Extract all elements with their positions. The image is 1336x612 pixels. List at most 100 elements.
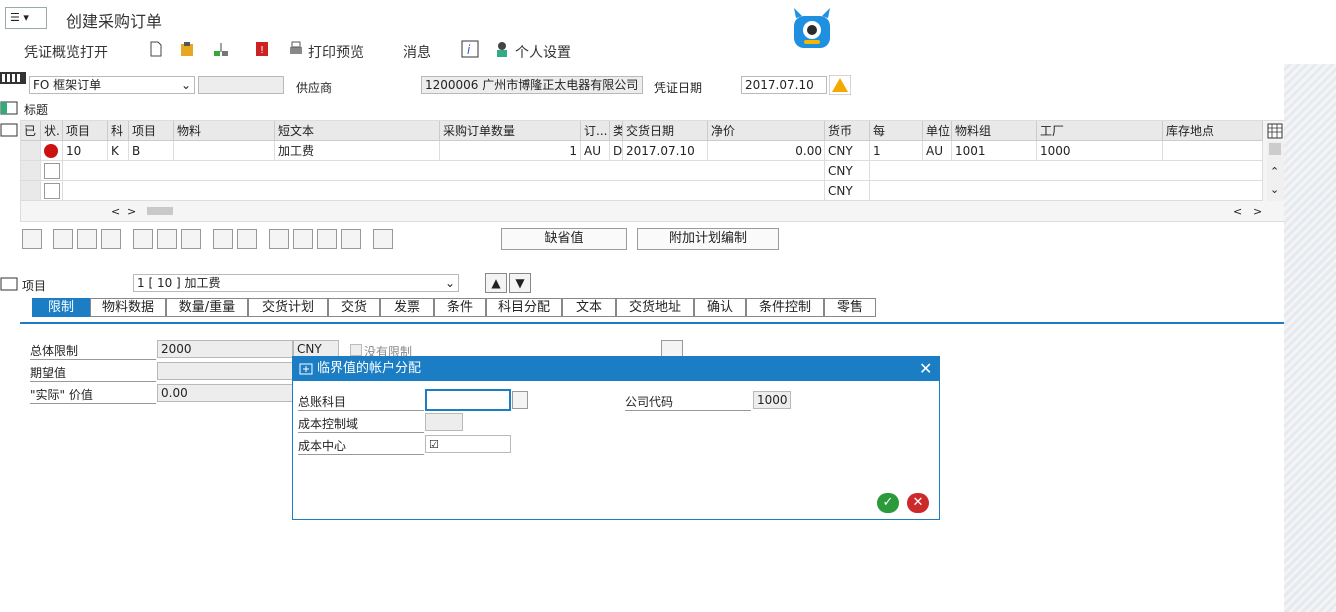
previous-item-icon[interactable]: ▲	[485, 273, 507, 293]
cell-unit[interactable]: AU	[923, 141, 952, 161]
no-limit-checkbox[interactable]	[350, 344, 362, 356]
cell-empty[interactable]	[63, 181, 825, 201]
grid-header-currency[interactable]: 货币	[825, 121, 870, 141]
user-settings-icon[interactable]	[494, 40, 512, 58]
grid-header-plant[interactable]: 工厂	[1037, 121, 1163, 141]
cell-currency[interactable]: CNY	[825, 181, 870, 201]
tab-delivery[interactable]: 交货	[328, 298, 380, 317]
tab-material-data[interactable]: 物料数据	[90, 298, 166, 317]
cell-storage-loc[interactable]	[1163, 141, 1263, 161]
grid-header-storage-loc[interactable]: 库存地点	[1163, 121, 1263, 141]
cell-delivery-date[interactable]: 2017.07.10	[623, 141, 708, 161]
error-log-icon[interactable]: !	[253, 40, 271, 58]
messages-button[interactable]: 消息	[403, 42, 431, 62]
add-planning-button[interactable]: 附加计划编制	[637, 228, 779, 250]
document-icon[interactable]	[373, 229, 393, 249]
scroll-down-icon[interactable]: ⌄	[1270, 183, 1279, 196]
scroll-right-icon[interactable]: >	[1253, 205, 1262, 218]
tab-invoice[interactable]: 发票	[380, 298, 434, 317]
search-help-icon[interactable]	[512, 391, 528, 409]
tab-qty-weight[interactable]: 数量/重量	[166, 298, 248, 317]
tab-account-assignment[interactable]: 科目分配	[486, 298, 562, 317]
new-document-icon[interactable]	[147, 40, 165, 58]
table-row[interactable]	[41, 141, 63, 161]
table-row[interactable]	[41, 161, 63, 181]
item-select[interactable]: 1 [ 10 ] 加工费 ⌄	[133, 274, 459, 292]
cancel-icon[interactable]: ✕	[907, 493, 929, 513]
grid-header-status[interactable]: 状.	[41, 121, 63, 141]
actual-value-field[interactable]: 0.00	[157, 384, 293, 402]
delete-icon[interactable]	[133, 229, 153, 249]
tab-conditions[interactable]: 条件	[434, 298, 486, 317]
row-selector[interactable]	[21, 161, 41, 181]
cell-currency[interactable]: CNY	[825, 161, 870, 181]
row-selector[interactable]	[21, 181, 41, 201]
unlock-icon[interactable]	[181, 229, 201, 249]
personal-settings-button[interactable]: 个人设置	[515, 42, 571, 62]
grid-header-delivery-date[interactable]: 交货日期	[623, 121, 708, 141]
overall-limit-field[interactable]: 2000	[157, 340, 293, 358]
details-icon[interactable]	[22, 229, 42, 249]
select-block-icon[interactable]	[77, 229, 97, 249]
scroll-right-icon[interactable]: >	[127, 205, 136, 218]
print-preview-button[interactable]: 打印预览	[308, 42, 364, 62]
confirm-icon[interactable]: ✓	[877, 493, 899, 513]
cell-empty[interactable]	[870, 181, 1263, 201]
tab-texts[interactable]: 文本	[562, 298, 616, 317]
close-icon[interactable]: ✕	[919, 359, 932, 378]
vertical-scrollbar[interactable]: ⌃ ⌄	[1267, 141, 1285, 201]
balance-icon[interactable]	[212, 40, 230, 58]
grid-header-short-text[interactable]: 短文本	[275, 121, 440, 141]
default-values-button[interactable]: 缺省值	[501, 228, 627, 250]
grid-header-acct[interactable]: 科	[108, 121, 129, 141]
header-toggle-icon[interactable]	[0, 100, 20, 116]
tab-condition-control[interactable]: 条件控制	[746, 298, 824, 317]
grid-header-select[interactable]: 已	[21, 121, 41, 141]
cell-type[interactable]: D	[610, 141, 623, 161]
info-icon[interactable]: i	[461, 40, 479, 58]
doc-date-field[interactable]: 2017.07.10	[741, 76, 827, 94]
vendor-field[interactable]: 1200006 广州市博隆正太电器有限公司	[421, 76, 643, 94]
cell-item[interactable]: 10	[63, 141, 108, 161]
tab-retail[interactable]: 零售	[824, 298, 876, 317]
grid-header-unit[interactable]: 单位	[923, 121, 952, 141]
next-item-icon[interactable]: ▼	[509, 273, 531, 293]
order-type-extra-field[interactable]	[198, 76, 284, 94]
gl-account-field[interactable]	[425, 389, 511, 411]
select-all-icon[interactable]	[53, 229, 73, 249]
overview-button[interactable]: 凭证概览打开	[24, 42, 108, 62]
cell-order-unit[interactable]: AU	[581, 141, 610, 161]
grid-header-mat-group[interactable]: 物料组	[952, 121, 1037, 141]
document-header-icon[interactable]	[0, 70, 26, 88]
lock-icon[interactable]	[157, 229, 177, 249]
cell-short-text[interactable]: 加工费	[275, 141, 440, 161]
scroll-left-icon[interactable]: <	[111, 205, 120, 218]
grid-header-per[interactable]: 每	[870, 121, 923, 141]
horizontal-scroll-thumb[interactable]	[147, 207, 173, 215]
scroll-up-icon[interactable]: ⌃	[1270, 165, 1279, 178]
grid-header-net-price[interactable]: 净价	[708, 121, 825, 141]
copy-icon[interactable]	[213, 229, 233, 249]
filter-off-icon[interactable]	[341, 229, 361, 249]
grid-settings-icon[interactable]	[1267, 123, 1283, 139]
item-overview-toggle-icon[interactable]	[0, 122, 20, 138]
cell-item-cat[interactable]: B	[129, 141, 174, 161]
cell-per[interactable]: 1	[870, 141, 923, 161]
grid-header-item[interactable]: 项目	[63, 121, 108, 141]
company-code-field[interactable]: 1000	[753, 391, 791, 409]
cell-plant[interactable]: 1000	[1037, 141, 1163, 161]
tab-delivery-address[interactable]: 交货地址	[616, 298, 694, 317]
cell-empty[interactable]	[63, 161, 825, 181]
clipboard-icon[interactable]	[178, 40, 196, 58]
cell-empty[interactable]	[870, 161, 1263, 181]
grid-header-order-unit[interactable]: 订...	[581, 121, 610, 141]
filter-list-icon[interactable]	[293, 229, 313, 249]
menu-button[interactable]: ☰ ▾	[5, 7, 47, 29]
tab-confirmations[interactable]: 确认	[694, 298, 746, 317]
split-icon[interactable]	[237, 229, 257, 249]
warning-icon[interactable]	[829, 75, 851, 95]
cell-po-qty[interactable]: 1	[440, 141, 581, 161]
print-icon[interactable]	[287, 40, 305, 58]
cell-mat-group[interactable]: 1001	[952, 141, 1037, 161]
deselect-all-icon[interactable]	[101, 229, 121, 249]
